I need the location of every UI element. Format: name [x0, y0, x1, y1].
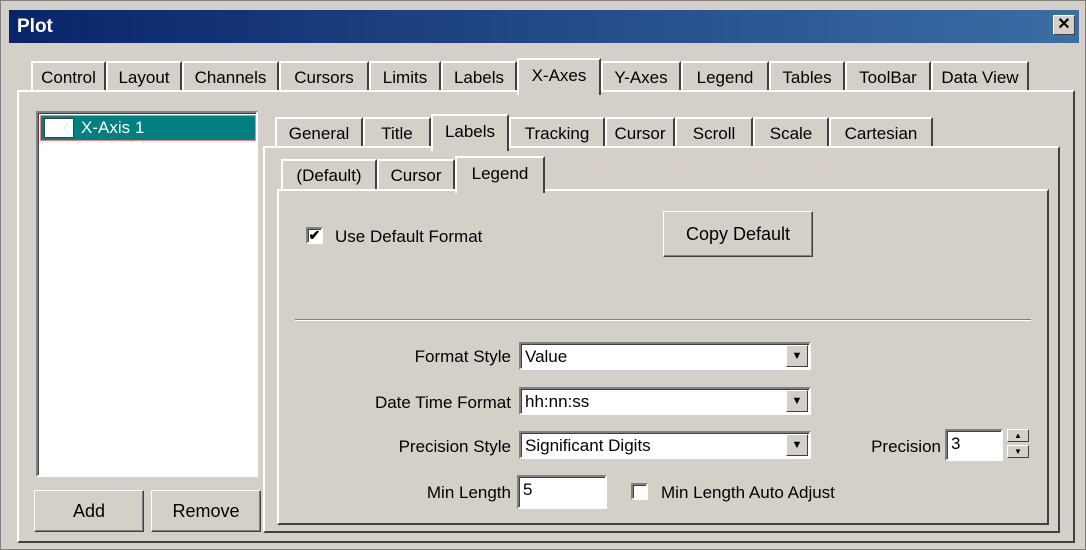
subtab-scroll[interactable]: Scroll	[675, 117, 753, 149]
min-length-auto-adjust-label: Min Length Auto Adjust	[661, 483, 835, 502]
tab-layout[interactable]: Layout	[106, 61, 182, 93]
format-style-value: Value	[525, 347, 568, 366]
window-title: Plot	[17, 16, 53, 37]
close-button[interactable]: ✕	[1053, 15, 1075, 35]
min-length-value: 5	[523, 480, 533, 499]
tab-labels[interactable]: Labels	[441, 61, 517, 93]
precision-style-value: Significant Digits	[525, 436, 651, 455]
remove-button[interactable]: Remove	[151, 490, 261, 532]
tab-control[interactable]: Control	[31, 61, 106, 93]
tab-tables[interactable]: Tables	[769, 61, 845, 93]
check-icon: ✔	[308, 227, 321, 243]
precision-up-button[interactable]: ▲	[1007, 429, 1029, 442]
precision-input[interactable]: 3	[945, 429, 1003, 461]
copy-default-button[interactable]: Copy Default	[663, 211, 813, 257]
chevron-down-icon[interactable]: ▼	[786, 434, 808, 456]
tab-channels[interactable]: Channels	[182, 61, 279, 93]
min-length-auto-adjust-checkbox[interactable]	[631, 483, 648, 500]
tab-toolbar[interactable]: ToolBar	[845, 61, 931, 93]
subtab-labels[interactable]: Labels	[431, 114, 509, 151]
subtab-tracking[interactable]: Tracking	[509, 117, 605, 149]
min-length-label: Min Length	[426, 483, 511, 502]
labeltab-legend[interactable]: Legend	[455, 156, 545, 193]
precision-down-button[interactable]: ▼	[1007, 445, 1029, 458]
tab-data-view[interactable]: Data View	[931, 61, 1029, 93]
use-default-format-checkbox[interactable]: ✔	[306, 227, 323, 244]
plot-dialog: Plot ✕ Control Layout Channels Cursors Limit…	[0, 0, 1086, 550]
subtab-general[interactable]: General	[275, 117, 363, 149]
subtab-cursor[interactable]: Cursor	[605, 117, 675, 149]
arrow-up-icon: ▲	[1014, 431, 1022, 440]
tab-limits[interactable]: Limits	[369, 61, 441, 93]
tab-x-axes[interactable]: X-Axes	[517, 58, 601, 95]
axis-list[interactable]: X-Axis 1	[36, 111, 258, 477]
copy-default-label: Copy Default	[685, 223, 791, 244]
min-length-input[interactable]: 5	[517, 475, 607, 509]
axis-tab-strip: General Title Labels Tracking Cursor Scroll Sc…	[275, 109, 933, 151]
tab-y-axes[interactable]: Y-Axes	[601, 61, 681, 93]
precision-style-select[interactable]: Significant Digits ▼	[519, 431, 811, 459]
chevron-down-icon[interactable]: ▼	[786, 345, 808, 367]
axis-color-swatch	[44, 118, 74, 138]
subtab-scale[interactable]: Scale	[753, 117, 829, 149]
precision-label: Precision	[871, 437, 941, 456]
axis-list-item-label: X-Axis 1	[81, 118, 145, 137]
arrow-down-icon: ▼	[1014, 447, 1022, 456]
subtab-cartesian[interactable]: Cartesian	[829, 117, 933, 149]
subtab-title[interactable]: Title	[363, 117, 431, 149]
add-button-label: Add	[72, 500, 106, 521]
label-tab-strip: (Default) Cursor Legend	[281, 153, 545, 193]
chevron-down-icon[interactable]: ▼	[786, 390, 808, 412]
tab-legend[interactable]: Legend	[681, 61, 769, 93]
date-time-format-select[interactable]: hh:nn:ss ▼	[519, 387, 811, 415]
format-style-label: Format Style	[414, 347, 511, 366]
use-default-format-label: Use Default Format	[335, 227, 483, 246]
format-style-select[interactable]: Value ▼	[519, 342, 811, 370]
tab-cursors[interactable]: Cursors	[279, 61, 369, 93]
labeltab-default[interactable]: (Default)	[281, 159, 377, 191]
axis-list-item[interactable]: X-Axis 1	[40, 115, 256, 141]
main-tab-strip: Control Layout Channels Cursors Limits Labels…	[31, 53, 1029, 95]
precision-style-label: Precision Style	[398, 437, 511, 456]
close-icon: ✕	[1057, 16, 1071, 33]
separator	[295, 319, 1031, 321]
precision-value: 3	[951, 434, 961, 453]
add-button[interactable]: Add	[34, 490, 144, 532]
date-time-format-value: hh:nn:ss	[525, 392, 590, 411]
title-bar: Plot ✕	[9, 10, 1079, 43]
remove-button-label: Remove	[172, 500, 240, 521]
labeltab-cursor[interactable]: Cursor	[377, 159, 455, 191]
date-time-format-label: Date Time Format	[374, 393, 511, 412]
